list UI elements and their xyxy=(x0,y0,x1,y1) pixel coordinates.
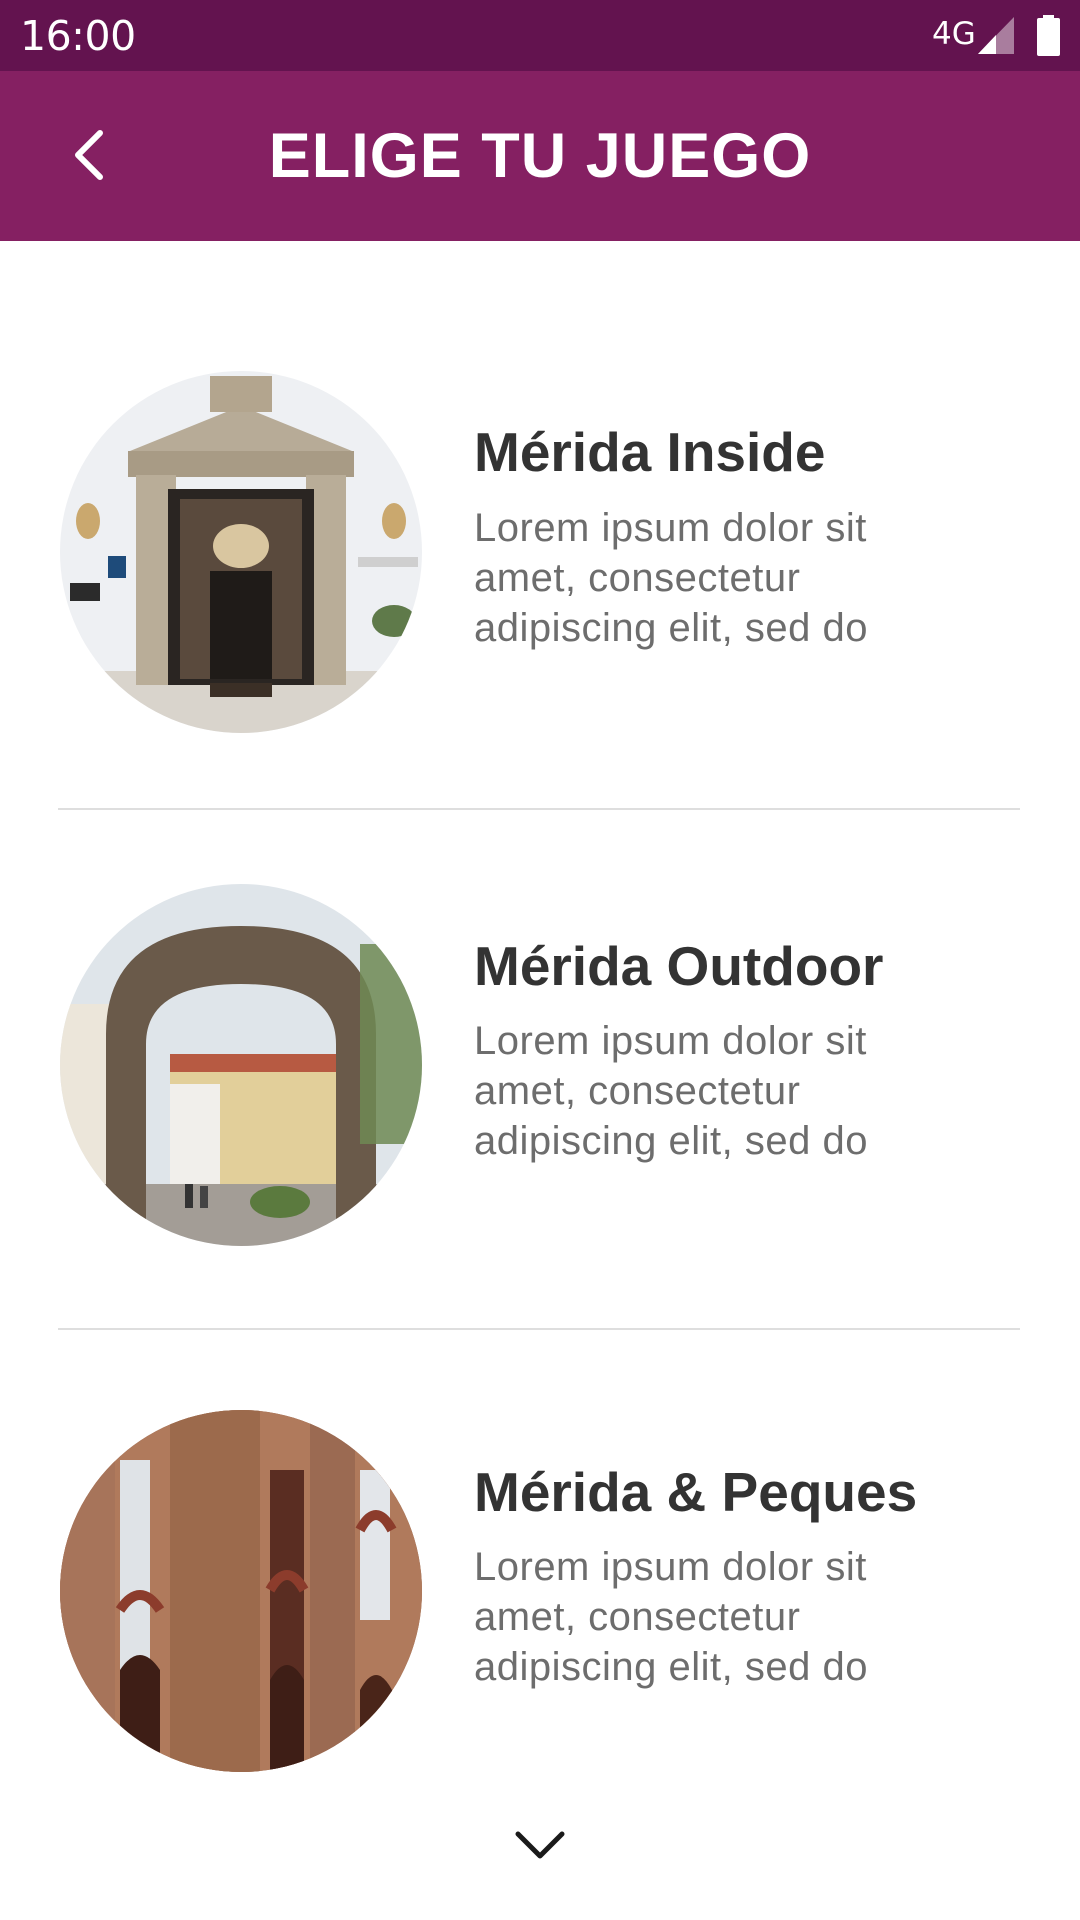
game-item-merida-inside[interactable]: Mérida Inside Lorem ipsum dolor sit amet… xyxy=(0,240,1080,808)
status-time: 16:00 xyxy=(20,12,136,60)
game-description: Lorem ipsum dolor sit amet, consectetur … xyxy=(474,506,868,650)
game-title: Mérida & Peques xyxy=(474,1461,918,1523)
scroll-more-button[interactable] xyxy=(510,1824,570,1864)
page-title: ELIGE TU JUEGO xyxy=(268,121,812,191)
game-item-merida-peques[interactable]: Mérida & Peques Lorem ipsum dolor sit am… xyxy=(0,1330,1080,1800)
battery-icon xyxy=(1037,15,1060,56)
network-type: 4G xyxy=(932,16,976,52)
app-bar: ELIGE TU JUEGO xyxy=(0,71,1080,241)
parador-doorway-photo xyxy=(60,371,422,733)
status-bar: 16:00 4G xyxy=(0,0,1080,71)
game-title: Mérida Inside xyxy=(474,421,826,483)
chevron-down-icon xyxy=(515,1831,565,1859)
game-title: Mérida Outdoor xyxy=(474,935,884,997)
game-item-merida-outdoor[interactable]: Mérida Outdoor Lorem ipsum dolor sit ame… xyxy=(0,810,1080,1328)
game-description: Lorem ipsum dolor sit amet, consectetur … xyxy=(474,1545,868,1689)
game-description: Lorem ipsum dolor sit amet, consectetur … xyxy=(474,1019,868,1163)
stone-arch-street-photo xyxy=(60,884,422,1246)
aqueduct-brick-arches-photo xyxy=(60,1410,422,1772)
signal-icon xyxy=(978,17,1014,54)
